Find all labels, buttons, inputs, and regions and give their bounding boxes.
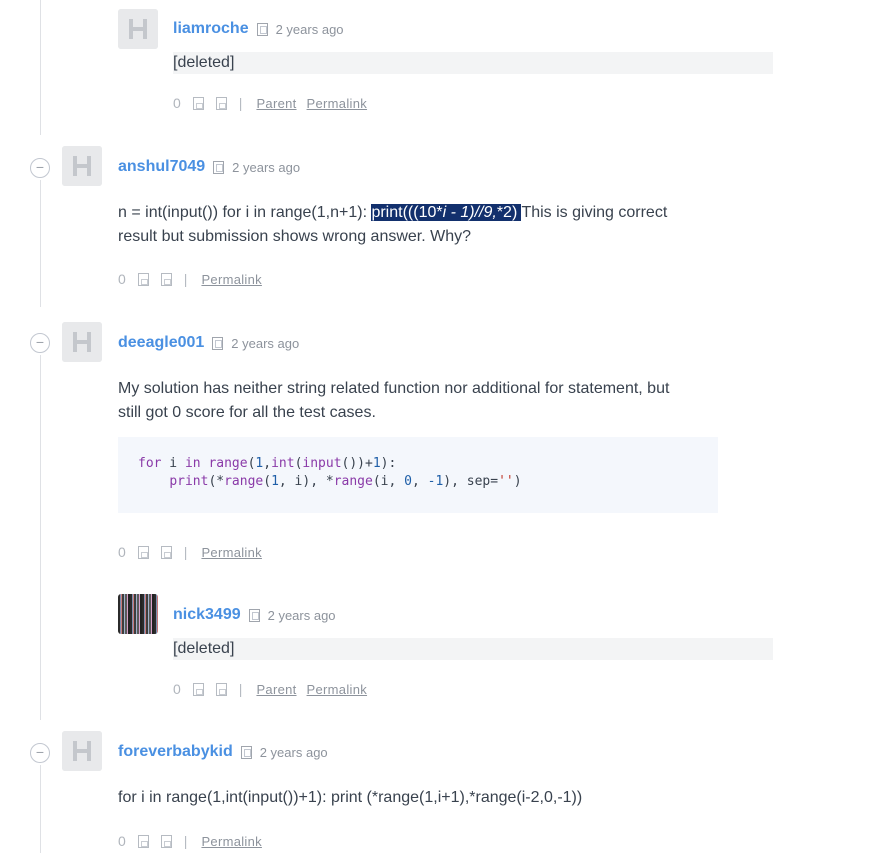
comment-body: n = int(input()) for i in range(1,n+1): …: [118, 201, 738, 249]
comment-body: My solution has neither string related f…: [118, 377, 738, 425]
timestamp: 2 years ago: [267, 607, 336, 623]
comment-footer: 0 | Permalink: [118, 833, 272, 849]
username-link[interactable]: liamroche: [173, 20, 249, 38]
default-avatar-icon: [62, 731, 102, 771]
comment-footer: 0 | Permalink: [118, 271, 272, 287]
permalink-link[interactable]: Permalink: [307, 96, 368, 111]
default-avatar-icon: [118, 9, 158, 49]
avatar[interactable]: [62, 322, 102, 362]
default-avatar-icon: [62, 146, 102, 186]
collapse-button[interactable]: −: [30, 743, 50, 763]
downvote-icon[interactable]: [160, 834, 172, 848]
username-link[interactable]: nick3499: [173, 606, 241, 624]
avatar[interactable]: [118, 9, 158, 49]
collapse-button[interactable]: −: [30, 158, 50, 178]
username-link[interactable]: foreverbabykid: [118, 743, 233, 761]
username-link[interactable]: deeagle001: [118, 334, 204, 352]
divider: |: [183, 271, 188, 287]
selected-text-italic: i - 1)//9,: [442, 204, 497, 221]
body-text: n = int(input()) for i in range(1,n+1):: [118, 204, 372, 221]
comment-footer: 0 | Parent Permalink: [173, 95, 377, 111]
comment-header: anshul7049 2 years ago: [118, 158, 300, 176]
body-text: result but submission shows wrong answer…: [118, 228, 472, 245]
parent-link[interactable]: Parent: [256, 682, 296, 697]
body-text: This is giving correct: [521, 204, 668, 221]
vote-count: 0: [118, 271, 126, 287]
divider: |: [183, 544, 188, 560]
code-block: for i in range(1,int(input())+1): print(…: [118, 437, 718, 513]
permalink-link[interactable]: Permalink: [201, 272, 262, 287]
comment-header: deeagle001 2 years ago: [118, 334, 299, 352]
comment-header: liamroche 2 years ago: [173, 20, 344, 38]
body-text: My solution has neither string related f…: [118, 380, 670, 397]
upvote-icon[interactable]: [192, 96, 204, 110]
comment-footer: 0 | Parent Permalink: [173, 681, 377, 697]
divider: |: [238, 681, 243, 697]
upvote-icon[interactable]: [137, 834, 149, 848]
permalink-link[interactable]: Permalink: [307, 682, 368, 697]
downvote-icon[interactable]: [215, 96, 227, 110]
downvote-icon[interactable]: [215, 682, 227, 696]
downvote-icon[interactable]: [160, 272, 172, 286]
downvote-icon[interactable]: [160, 545, 172, 559]
timestamp: 2 years ago: [232, 159, 301, 175]
thread-line: [40, 765, 41, 853]
thread-line: [40, 0, 41, 135]
timestamp: 2 years ago: [275, 21, 344, 37]
vote-count: 0: [173, 681, 181, 697]
upvote-icon[interactable]: [137, 545, 149, 559]
divider: |: [183, 833, 188, 849]
selected-text-part: *2): [496, 204, 522, 221]
comment-body: for i in range(1,int(input())+1): print …: [118, 789, 583, 806]
thread-line: [40, 180, 41, 307]
vote-count: 0: [118, 833, 126, 849]
flag-icon[interactable]: [256, 22, 268, 36]
body-text: still got 0 score for all the test cases…: [118, 404, 376, 421]
code-line: for i in range(1,int(input())+1):: [138, 456, 397, 471]
flag-icon[interactable]: [240, 745, 252, 759]
flag-icon[interactable]: [213, 160, 225, 174]
avatar[interactable]: [118, 594, 158, 634]
upvote-icon[interactable]: [137, 272, 149, 286]
comment-header: nick3499 2 years ago: [173, 606, 336, 624]
collapse-button[interactable]: −: [30, 333, 50, 353]
parent-link[interactable]: Parent: [256, 96, 296, 111]
selected-text-part: print(((10*: [371, 204, 443, 221]
default-avatar-icon: [62, 322, 102, 362]
divider: |: [238, 95, 243, 111]
selected-text: print(((10*i - 1)//9,*2): [371, 204, 522, 221]
comment-body: [deleted]: [173, 52, 773, 74]
comment-body: [deleted]: [173, 638, 773, 660]
vote-count: 0: [118, 544, 126, 560]
flag-icon[interactable]: [248, 608, 260, 622]
username-link[interactable]: anshul7049: [118, 158, 205, 176]
thread-line: [40, 355, 41, 720]
timestamp: 2 years ago: [259, 744, 328, 760]
comment-header: foreverbabykid 2 years ago: [118, 743, 328, 761]
code-line: print(*range(1, i), *range(i, 0, -1), se…: [169, 474, 522, 489]
flag-icon[interactable]: [212, 336, 224, 350]
vote-count: 0: [173, 95, 181, 111]
comment-footer: 0 | Permalink: [118, 544, 272, 560]
avatar[interactable]: [62, 731, 102, 771]
permalink-link[interactable]: Permalink: [201, 545, 262, 560]
permalink-link[interactable]: Permalink: [201, 834, 262, 849]
avatar[interactable]: [62, 146, 102, 186]
upvote-icon[interactable]: [192, 682, 204, 696]
timestamp: 2 years ago: [231, 335, 300, 351]
